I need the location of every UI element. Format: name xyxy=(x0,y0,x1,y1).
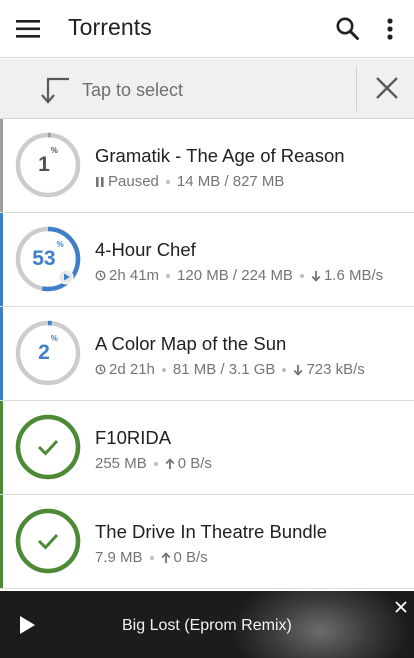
separator-dot xyxy=(149,555,154,560)
torrent-name: The Drive In Theatre Bundle xyxy=(95,521,328,542)
close-icon[interactable] xyxy=(366,69,408,109)
clock-icon xyxy=(95,270,106,281)
app-bar: Torrents xyxy=(0,0,414,58)
progress-percent: 53% xyxy=(32,240,64,270)
clock-icon xyxy=(95,364,106,375)
speed-text: 0 B/s xyxy=(173,549,208,566)
torrent-meta: 2h 41m 120 MB / 224 MB 1.6 MB/s xyxy=(95,267,383,284)
torrent-row[interactable]: 53% 4-Hour Chef 2h 41m 120 MB / 224 MB 1… xyxy=(0,213,414,307)
progress-percent: 1% xyxy=(38,146,58,176)
divider xyxy=(356,67,357,111)
download-arrow-icon xyxy=(293,364,303,376)
page-title: Torrents xyxy=(68,14,152,40)
separator-dot xyxy=(161,367,166,372)
torrent-meta: 2d 21h 81 MB / 3.1 GB 723 kB/s xyxy=(95,361,365,378)
separator-dot xyxy=(153,461,158,466)
size-text: 7.9 MB xyxy=(95,549,143,566)
arrow-down-left-icon xyxy=(38,76,72,106)
hamburger-menu-icon[interactable] xyxy=(14,15,44,43)
separator-dot xyxy=(299,273,304,278)
tap-to-select-label: Tap to select xyxy=(82,80,184,100)
status-stripe xyxy=(0,495,3,588)
torrent-name: 4-Hour Chef xyxy=(95,239,196,260)
eta-text: 2d 21h xyxy=(109,361,155,378)
torrent-name: A Color Map of the Sun xyxy=(95,333,287,354)
search-icon[interactable] xyxy=(334,15,362,43)
separator-dot xyxy=(282,367,287,372)
torrent-row[interactable]: F10RIDA 255 MB 0 B/s xyxy=(0,401,414,495)
pause-icon xyxy=(96,176,104,187)
size-text: 81 MB / 3.1 GB xyxy=(172,361,276,378)
close-icon[interactable] xyxy=(393,599,409,615)
play-icon[interactable] xyxy=(16,614,38,636)
status-stripe xyxy=(0,307,3,400)
upload-arrow-icon xyxy=(161,551,170,563)
eta-text: 2h 41m xyxy=(109,267,160,284)
size-text: 120 MB / 224 MB xyxy=(177,267,293,284)
torrent-name: Gramatik - The Age of Reason xyxy=(95,145,345,166)
torrent-row[interactable]: 2% A Color Map of the Sun 2d 21h 81 MB /… xyxy=(0,307,414,401)
more-vert-icon[interactable] xyxy=(378,14,402,44)
torrent-row[interactable]: 1% Gramatik - The Age of Reason Paused 1… xyxy=(0,119,414,213)
size-text: 255 MB xyxy=(95,455,147,472)
separator-dot xyxy=(166,273,171,278)
check-icon xyxy=(37,533,59,550)
check-icon xyxy=(37,439,59,456)
torrent-meta: 255 MB 0 B/s xyxy=(95,455,212,472)
progress-percent: 2% xyxy=(38,334,58,364)
torrent-list: 1% Gramatik - The Age of Reason Paused 1… xyxy=(0,119,414,589)
now-playing-bar[interactable]: Big Lost (Eprom Remix) xyxy=(0,591,414,658)
status-text: Paused xyxy=(108,173,159,190)
torrent-name: F10RIDA xyxy=(95,427,172,448)
selection-bar: Tap to select xyxy=(0,59,414,119)
status-stripe xyxy=(0,401,3,494)
torrent-row[interactable]: The Drive In Theatre Bundle 7.9 MB 0 B/s xyxy=(0,495,414,589)
status-stripe xyxy=(0,213,3,306)
speed-text: 1.6 MB/s xyxy=(323,267,384,284)
status-stripe xyxy=(0,119,3,212)
speed-text: 0 B/s xyxy=(177,455,212,472)
upload-arrow-icon xyxy=(165,457,175,469)
size-text: 14 MB / 827 MB xyxy=(176,173,285,190)
torrent-meta: 7.9 MB 0 B/s xyxy=(95,549,208,566)
tap-to-select-button[interactable]: Tap to select xyxy=(0,59,356,119)
separator-dot xyxy=(165,179,170,184)
torrent-meta: Paused 14 MB / 827 MB xyxy=(95,173,284,190)
speed-text: 723 kB/s xyxy=(306,361,365,378)
track-title: Big Lost (Eprom Remix) xyxy=(122,617,292,634)
download-arrow-icon xyxy=(311,270,321,282)
